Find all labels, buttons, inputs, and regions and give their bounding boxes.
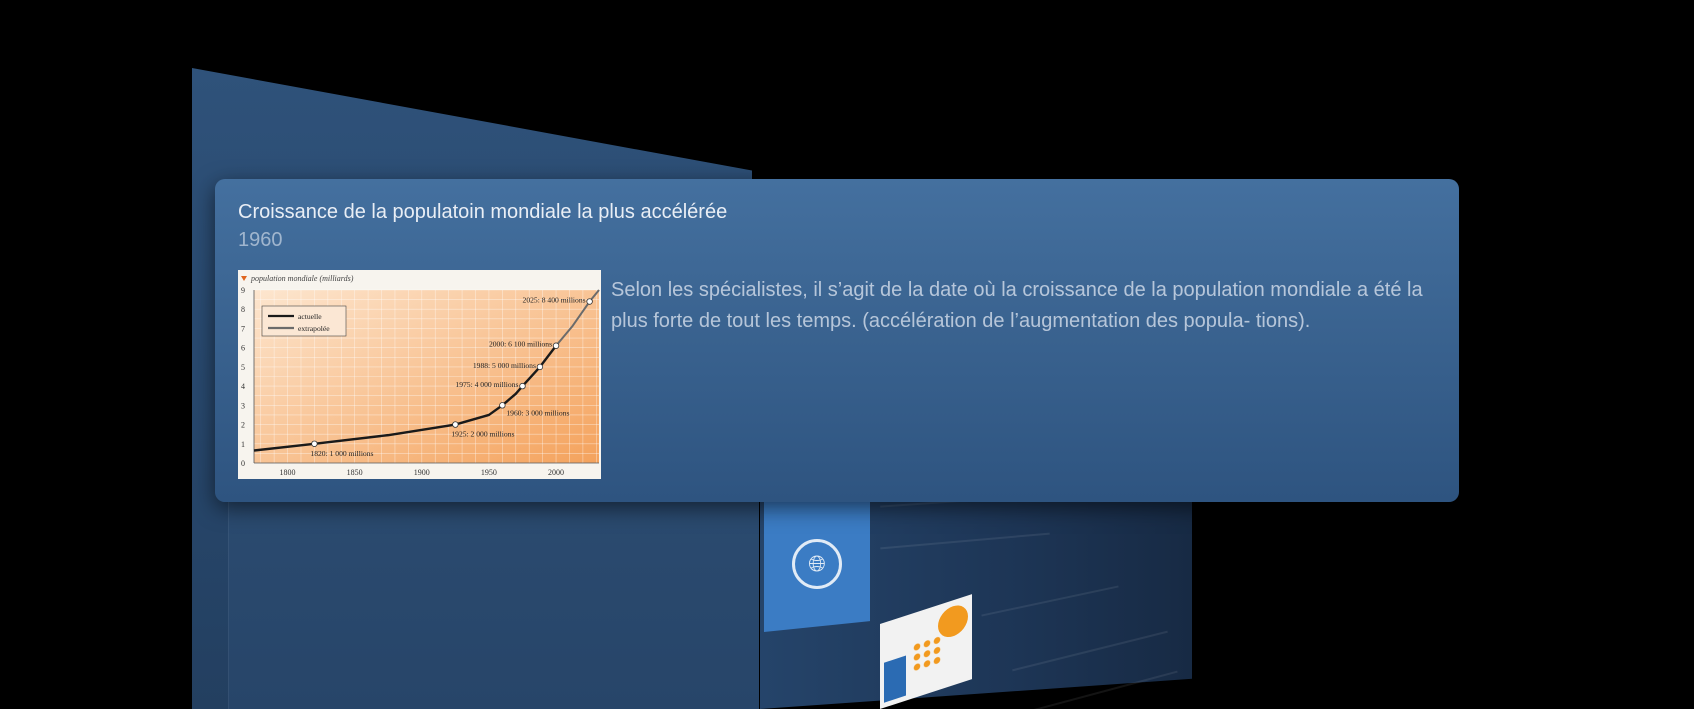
data-label: 1960: 3 000 millions bbox=[506, 408, 569, 417]
timeline-lower-panel bbox=[228, 480, 759, 709]
y-tick-label: 4 bbox=[241, 382, 245, 391]
data-point bbox=[452, 421, 459, 428]
data-point bbox=[311, 440, 318, 447]
x-tick-label: 1900 bbox=[414, 468, 430, 477]
y-tick-label: 8 bbox=[241, 305, 245, 314]
data-point bbox=[552, 342, 560, 349]
legend-label: extrapolée bbox=[298, 324, 330, 333]
x-tick-label: 1950 bbox=[481, 468, 497, 477]
chart-title: population mondiale (milliards) bbox=[250, 274, 354, 283]
y-tick-label: 9 bbox=[241, 286, 245, 295]
data-point bbox=[519, 382, 526, 390]
timeline-viewport: 🌐︎ Croissance de la populatoin mondiale … bbox=[0, 0, 1694, 709]
data-point bbox=[536, 363, 544, 371]
data-label: 1975: 4 000 millions bbox=[455, 380, 518, 389]
data-label: 2000: 6 100 millions bbox=[489, 340, 552, 349]
event-description: Selon les spécialistes, il s’agit de la … bbox=[611, 279, 1423, 332]
chart-title-marker-icon bbox=[241, 276, 247, 281]
data-label: 1988: 5 000 millions bbox=[473, 361, 536, 370]
event-year: 1960 bbox=[238, 229, 283, 251]
y-tick-label: 0 bbox=[241, 459, 245, 468]
x-tick-label: 2000 bbox=[548, 468, 564, 477]
data-label: 1925: 2 000 millions bbox=[451, 430, 514, 439]
y-tick-label: 1 bbox=[241, 440, 245, 449]
event-detail-card[interactable]: Croissance de la populatoin mondiale la … bbox=[215, 179, 1459, 502]
unfpa-logo-icon bbox=[938, 601, 968, 642]
data-point bbox=[586, 298, 593, 305]
population-chart-svg: 0 1 2 3 4 5 6 7 8 9 1800 1850 1900 1950 2000 population… bbox=[241, 274, 600, 477]
logo-dots-icon bbox=[912, 633, 942, 674]
population-chart: 0 1 2 3 4 5 6 7 8 9 1800 1850 1900 1950 2000 population… bbox=[238, 270, 601, 479]
data-label: 2025: 8 400 millions bbox=[523, 296, 586, 305]
y-tick-label: 2 bbox=[241, 421, 245, 430]
x-tick-label: 1800 bbox=[280, 468, 296, 477]
un-image-tile[interactable]: 🌐︎ bbox=[764, 496, 870, 632]
un-emblem-icon: 🌐︎ bbox=[792, 539, 842, 589]
data-point bbox=[499, 402, 506, 409]
data-label: 1820: 1 000 millions bbox=[310, 449, 373, 458]
y-tick-label: 6 bbox=[241, 344, 245, 353]
event-title: Croissance de la populatoin mondiale la … bbox=[238, 201, 728, 223]
y-tick-label: 3 bbox=[241, 401, 245, 410]
legend-label: actuelle bbox=[298, 312, 322, 321]
y-tick-label: 5 bbox=[241, 363, 245, 372]
x-tick-label: 1850 bbox=[347, 468, 363, 477]
y-tick-label: 7 bbox=[241, 324, 245, 333]
un-logo-icon bbox=[884, 655, 906, 703]
